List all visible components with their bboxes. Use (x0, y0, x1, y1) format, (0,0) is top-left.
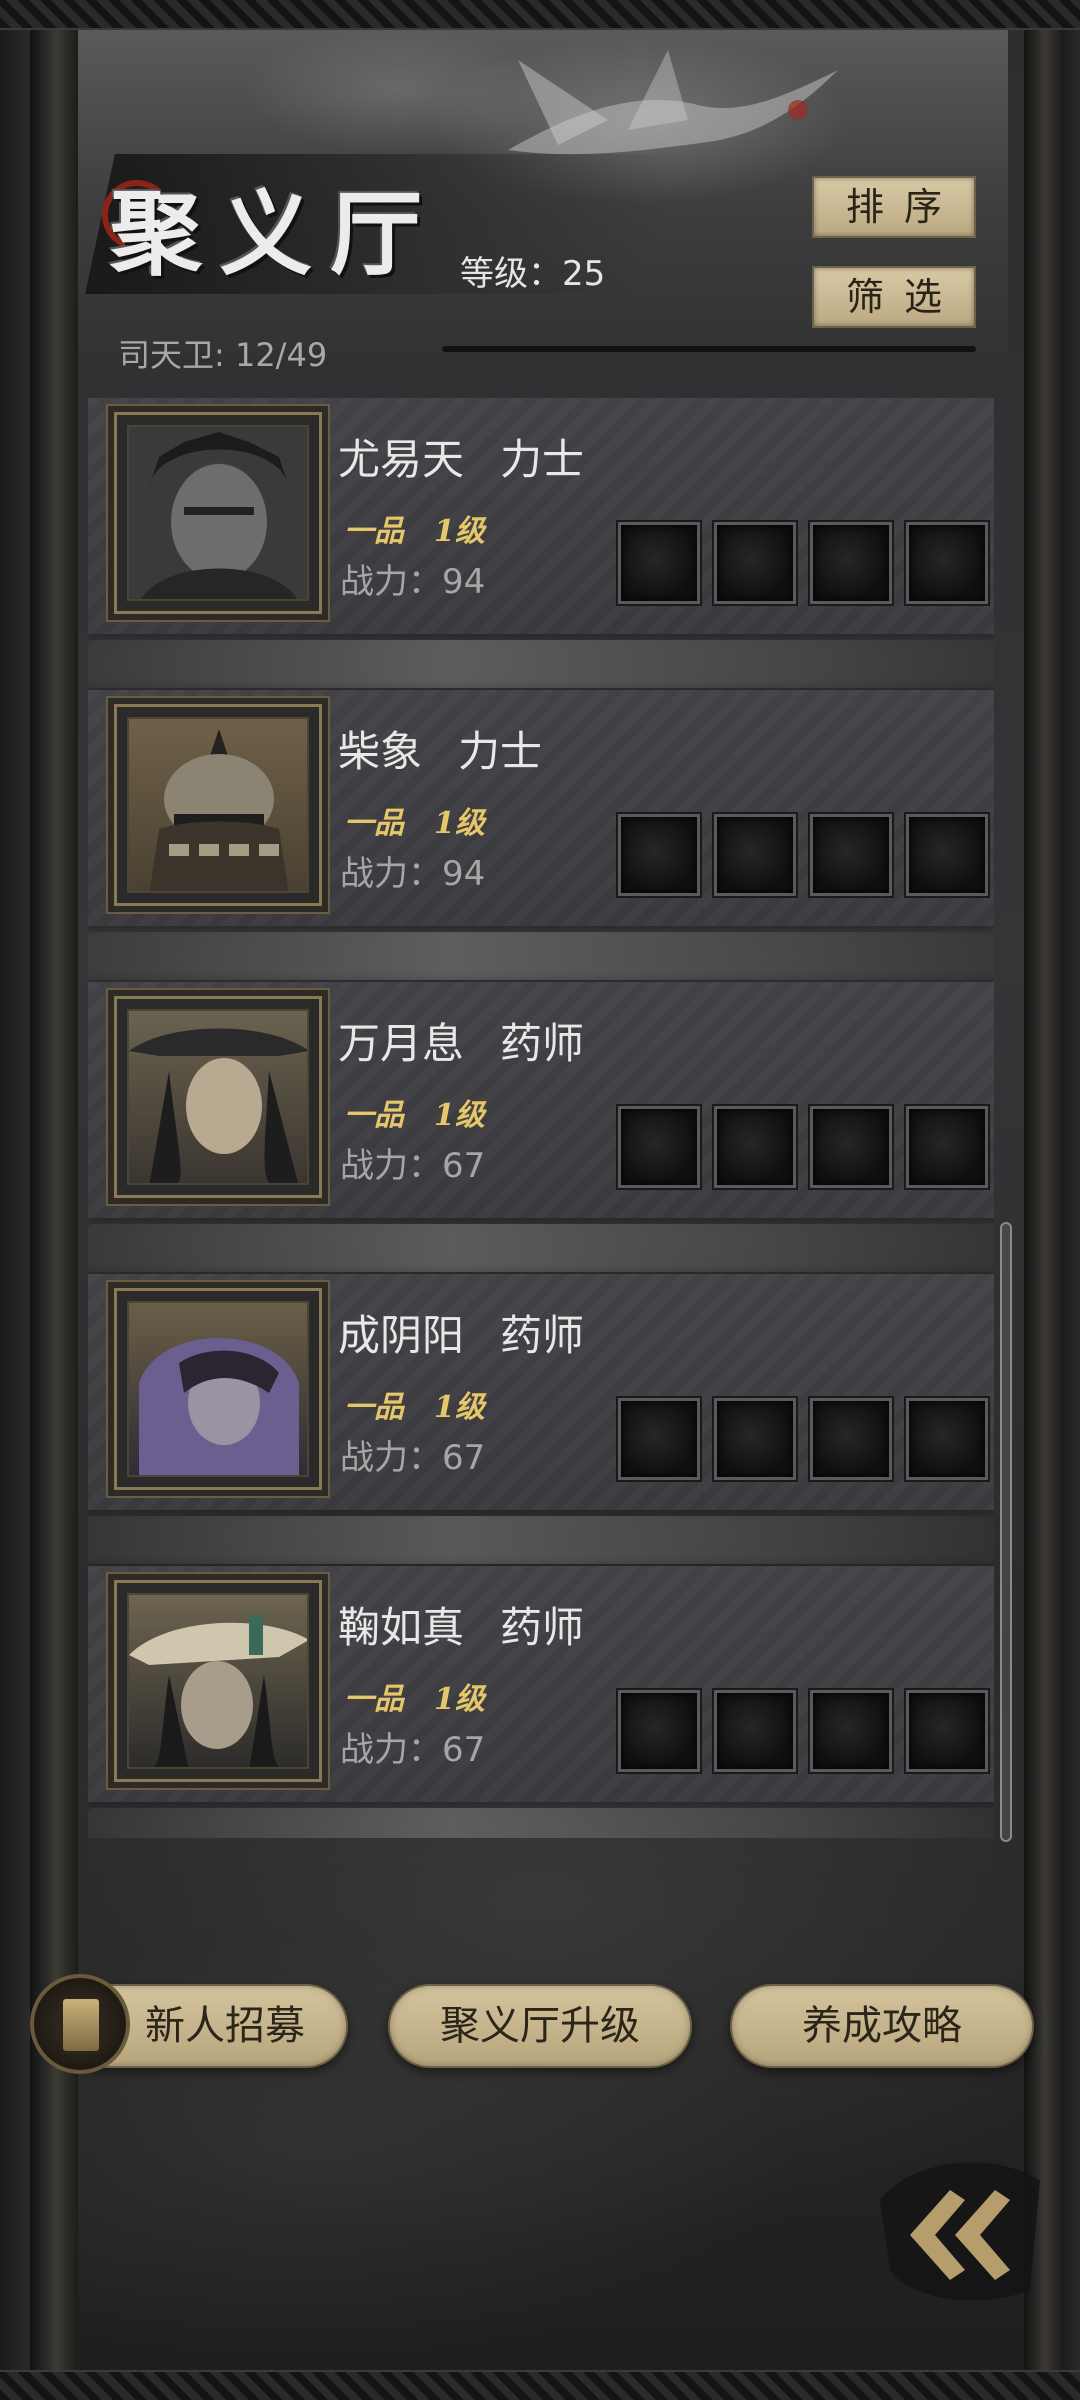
header-divider (442, 346, 976, 352)
hero-level: 1级 (434, 514, 485, 549)
empty-equipment-slot-icon[interactable] (618, 522, 700, 604)
hall-level: 等级：25 (460, 254, 606, 294)
empty-equipment-slot-icon[interactable] (810, 814, 892, 896)
recruit-token-inner (60, 1996, 102, 2054)
hero-portrait[interactable] (114, 412, 322, 614)
card-separator (88, 1224, 994, 1272)
hero-power: 战力：94 (340, 854, 486, 894)
hero-level: 1级 (434, 1390, 485, 1425)
hero-name-line: 柴象 力士 (338, 718, 542, 779)
hero-card[interactable]: 鞠如真 药师 一品 1级 战力：67 (88, 1566, 994, 1838)
empty-equipment-slot-icon[interactable] (714, 1398, 796, 1480)
hero-name-line: 鞠如真 药师 (338, 1594, 584, 1655)
card-separator (88, 1516, 994, 1564)
hero-rank-line: 一品 1级 (344, 1674, 485, 1718)
hall-upgrade-button[interactable]: 聚义厅升级 (388, 1984, 692, 2068)
hero-class: 力士 (500, 435, 585, 484)
hero-card[interactable]: 万月息 药师 一品 1级 战力：67 (88, 982, 994, 1272)
empty-equipment-slot-icon[interactable] (714, 522, 796, 604)
empty-equipment-slot-icon[interactable] (906, 1106, 988, 1188)
hero-grade: 一品 (344, 1682, 404, 1717)
hall-title: 聚义厅 (85, 154, 675, 294)
hero-name: 成阴阳 (338, 1311, 465, 1360)
list-scrollbar[interactable] (1000, 1222, 1012, 1842)
hero-level: 1级 (434, 1098, 485, 1133)
card-separator (88, 932, 994, 980)
card-separator (88, 1808, 994, 1838)
hero-rank-line: 一品 1级 (344, 506, 485, 550)
hero-list[interactable]: 尤易天 力士 一品 1级 战力：94 柴象 力士 一品 1级 战力：94 万月息… (88, 398, 994, 1838)
bottom-frame (0, 2370, 1080, 2400)
hero-rank-line: 一品 1级 (344, 1382, 485, 1426)
card-separator (88, 640, 994, 688)
double-chevron-left-icon[interactable] (870, 2140, 1050, 2310)
hero-portrait[interactable] (114, 704, 322, 906)
healer-portrait-icon (129, 1028, 307, 1183)
empty-equipment-slot-icon[interactable] (714, 1690, 796, 1772)
hero-rank-line: 一品 1级 (344, 1090, 485, 1134)
hero-name: 鞠如真 (338, 1603, 465, 1652)
left-edge (0, 30, 30, 2370)
hero-grade: 一品 (344, 514, 404, 549)
member-count: 司天卫: 12/49 (118, 336, 328, 374)
empty-equipment-slot-icon[interactable] (810, 1106, 892, 1188)
empty-equipment-slot-icon[interactable] (714, 1106, 796, 1188)
hero-portrait-image (127, 717, 309, 893)
recruit-token-icon[interactable] (30, 1974, 130, 2074)
hero-portrait-image (127, 1593, 309, 1769)
hero-portrait-image (127, 425, 309, 601)
empty-equipment-slot-icon[interactable] (810, 1398, 892, 1480)
healer-hat-portrait-icon (129, 1615, 307, 1767)
hero-class: 药师 (500, 1603, 585, 1652)
hero-class: 药师 (500, 1019, 585, 1068)
hero-portrait[interactable] (114, 1288, 322, 1490)
right-edge (1062, 30, 1080, 2370)
empty-equipment-slot-icon[interactable] (810, 1690, 892, 1772)
hero-name: 柴象 (338, 727, 423, 776)
hero-class: 药师 (500, 1311, 585, 1360)
sort-button[interactable]: 排序 (812, 176, 976, 238)
empty-equipment-slot-icon[interactable] (714, 814, 796, 896)
hero-power: 战力：67 (340, 1730, 486, 1770)
hero-level: 1级 (434, 806, 485, 841)
hero-grade: 一品 (344, 1390, 404, 1425)
page-title: 聚义厅 (110, 180, 441, 288)
empty-equipment-slot-icon[interactable] (810, 522, 892, 604)
hero-name: 万月息 (338, 1019, 465, 1068)
hero-grade: 一品 (344, 806, 404, 841)
empty-equipment-slot-icon[interactable] (906, 814, 988, 896)
hero-power: 战力：67 (340, 1438, 486, 1478)
hero-name: 尤易天 (338, 435, 465, 484)
hero-portrait[interactable] (114, 996, 322, 1198)
hooded-healer-portrait-icon (139, 1338, 299, 1475)
empty-equipment-slot-icon[interactable] (618, 814, 700, 896)
hero-level: 1级 (434, 1682, 485, 1717)
hero-portrait[interactable] (114, 1580, 322, 1782)
hero-class: 力士 (458, 727, 543, 776)
hero-power: 战力：94 (340, 562, 486, 602)
hero-name-line: 万月息 药师 (338, 1010, 584, 1071)
empty-equipment-slot-icon[interactable] (906, 522, 988, 604)
hero-card[interactable]: 柴象 力士 一品 1级 战力：94 (88, 690, 994, 980)
hero-power: 战力：67 (340, 1146, 486, 1186)
top-frame (0, 0, 1080, 30)
training-guide-button[interactable]: 养成攻略 (730, 1984, 1034, 2068)
warrior-portrait-icon (141, 432, 297, 599)
empty-equipment-slot-icon[interactable] (618, 1398, 700, 1480)
empty-equipment-slot-icon[interactable] (618, 1690, 700, 1772)
hero-card[interactable]: 成阴阳 药师 一品 1级 战力：67 (88, 1274, 994, 1564)
empty-equipment-slot-icon[interactable] (906, 1690, 988, 1772)
hero-card[interactable]: 尤易天 力士 一品 1级 战力：94 (88, 398, 994, 688)
hall-screen: 聚义厅 等级：25 司天卫: 12/49 排序 筛选 尤易天 力士 一品 1级 … (0, 0, 1080, 2400)
hero-name-line: 尤易天 力士 (338, 426, 584, 487)
filter-button[interactable]: 筛选 (812, 266, 976, 328)
hero-portrait-image (127, 1301, 309, 1477)
hero-rank-line: 一品 1级 (344, 798, 485, 842)
hero-grade: 一品 (344, 1098, 404, 1133)
empty-equipment-slot-icon[interactable] (906, 1398, 988, 1480)
hero-portrait-image (127, 1009, 309, 1185)
armored-warrior-portrait-icon (149, 729, 289, 891)
empty-equipment-slot-icon[interactable] (618, 1106, 700, 1188)
hero-name-line: 成阴阳 药师 (338, 1302, 584, 1363)
